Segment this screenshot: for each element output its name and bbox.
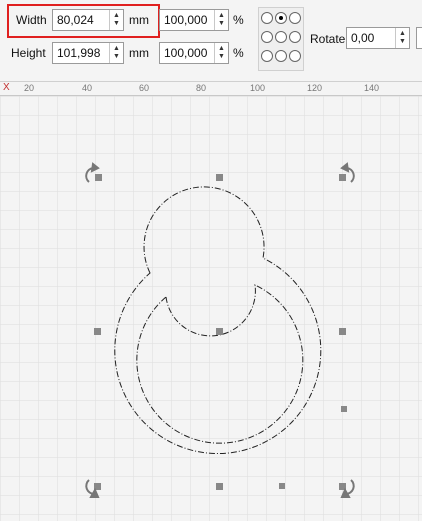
scale-handle-bottom-center[interactable] xyxy=(216,483,223,490)
height-value[interactable]: 101,998 xyxy=(53,46,109,60)
anchor-bottom-left[interactable] xyxy=(261,50,273,62)
ruler-axis-label: X xyxy=(3,82,10,93)
anchor-top-right[interactable] xyxy=(289,12,301,24)
height-unit: mm xyxy=(129,46,149,60)
width-percent-input[interactable]: 100,000 ▲ ▼ xyxy=(159,9,229,31)
chevron-down-icon[interactable]: ▼ xyxy=(113,53,120,61)
scale-handle-middle-right[interactable] xyxy=(339,328,346,335)
chevron-up-icon[interactable]: ▲ xyxy=(399,30,406,38)
canvas-drawing[interactable] xyxy=(0,96,422,521)
width-stepper[interactable]: ▲ ▼ xyxy=(109,10,123,30)
chevron-down-icon[interactable]: ▼ xyxy=(113,20,120,28)
height-label: Height xyxy=(11,46,46,60)
chevron-up-icon[interactable]: ▲ xyxy=(113,12,120,20)
ruler-tick: 80 xyxy=(196,83,207,93)
scale-handle-top-center[interactable] xyxy=(216,174,223,181)
scale-handle-middle-left[interactable] xyxy=(94,328,101,335)
scale-handle-top-right[interactable] xyxy=(339,174,346,181)
design-canvas[interactable] xyxy=(0,96,422,521)
chevron-down-icon[interactable]: ▼ xyxy=(218,20,225,28)
rotate-input[interactable]: 0,00 ▲ ▼ xyxy=(346,27,410,49)
height-input[interactable]: 101,998 ▲ ▼ xyxy=(52,42,124,64)
anchor-bottom-center[interactable] xyxy=(275,50,287,62)
width-percent-value[interactable]: 100,000 xyxy=(160,13,214,27)
rotate-value[interactable]: 0,00 xyxy=(347,31,395,45)
position-anchor-grid xyxy=(258,7,304,71)
width-label: Width xyxy=(16,13,47,27)
chevron-up-icon[interactable]: ▲ xyxy=(113,45,120,53)
rotate-label: Rotate xyxy=(310,32,346,46)
height-percent-stepper[interactable]: ▲ ▼ xyxy=(214,43,228,63)
scale-handle-top-left[interactable] xyxy=(95,174,102,181)
chevron-down-icon[interactable]: ▼ xyxy=(399,38,406,46)
chevron-down-icon[interactable]: ▼ xyxy=(218,53,225,61)
scale-handle-center[interactable] xyxy=(216,328,223,335)
height-percent-value[interactable]: 100,000 xyxy=(160,46,214,60)
ruler-tick: 40 xyxy=(82,83,93,93)
rotate-stepper[interactable]: ▲ ▼ xyxy=(395,28,409,48)
anchor-middle-left[interactable] xyxy=(261,31,273,43)
width-input[interactable]: 80,024 ▲ ▼ xyxy=(52,9,124,31)
anchor-center[interactable] xyxy=(275,31,287,43)
ruler-tick: 100 xyxy=(250,83,266,93)
width-percent-stepper[interactable]: ▲ ▼ xyxy=(214,10,228,30)
height-stepper[interactable]: ▲ ▼ xyxy=(109,43,123,63)
ruler-tick: 140 xyxy=(364,83,380,93)
anchor-middle-right[interactable] xyxy=(289,31,301,43)
anchor-top-left[interactable] xyxy=(261,12,273,24)
height-percent-unit: % xyxy=(233,46,244,60)
chevron-up-icon[interactable]: ▲ xyxy=(218,45,225,53)
shear-handle-bottom[interactable] xyxy=(279,483,285,489)
height-percent-input[interactable]: 100,000 ▲ ▼ xyxy=(159,42,229,64)
canvas-grid xyxy=(0,96,422,521)
ruler-tick: 60 xyxy=(139,83,150,93)
toolbar: Width 80,024 ▲ ▼ mm 100,000 ▲ ▼ % Height… xyxy=(0,0,422,82)
ruler-tick: 20 xyxy=(24,83,35,93)
width-percent-unit: % xyxy=(233,13,244,27)
horizontal-ruler: X 20 40 60 80 100 120 140 xyxy=(0,82,422,96)
shear-handle-right[interactable] xyxy=(341,406,347,412)
width-unit: mm xyxy=(129,13,149,27)
toolbar-overflow-control[interactable] xyxy=(416,27,422,49)
ruler-tick: 120 xyxy=(307,83,323,93)
anchor-top-center[interactable] xyxy=(275,12,287,24)
anchor-bottom-right[interactable] xyxy=(289,50,301,62)
chevron-up-icon[interactable]: ▲ xyxy=(218,12,225,20)
width-value[interactable]: 80,024 xyxy=(53,13,109,27)
